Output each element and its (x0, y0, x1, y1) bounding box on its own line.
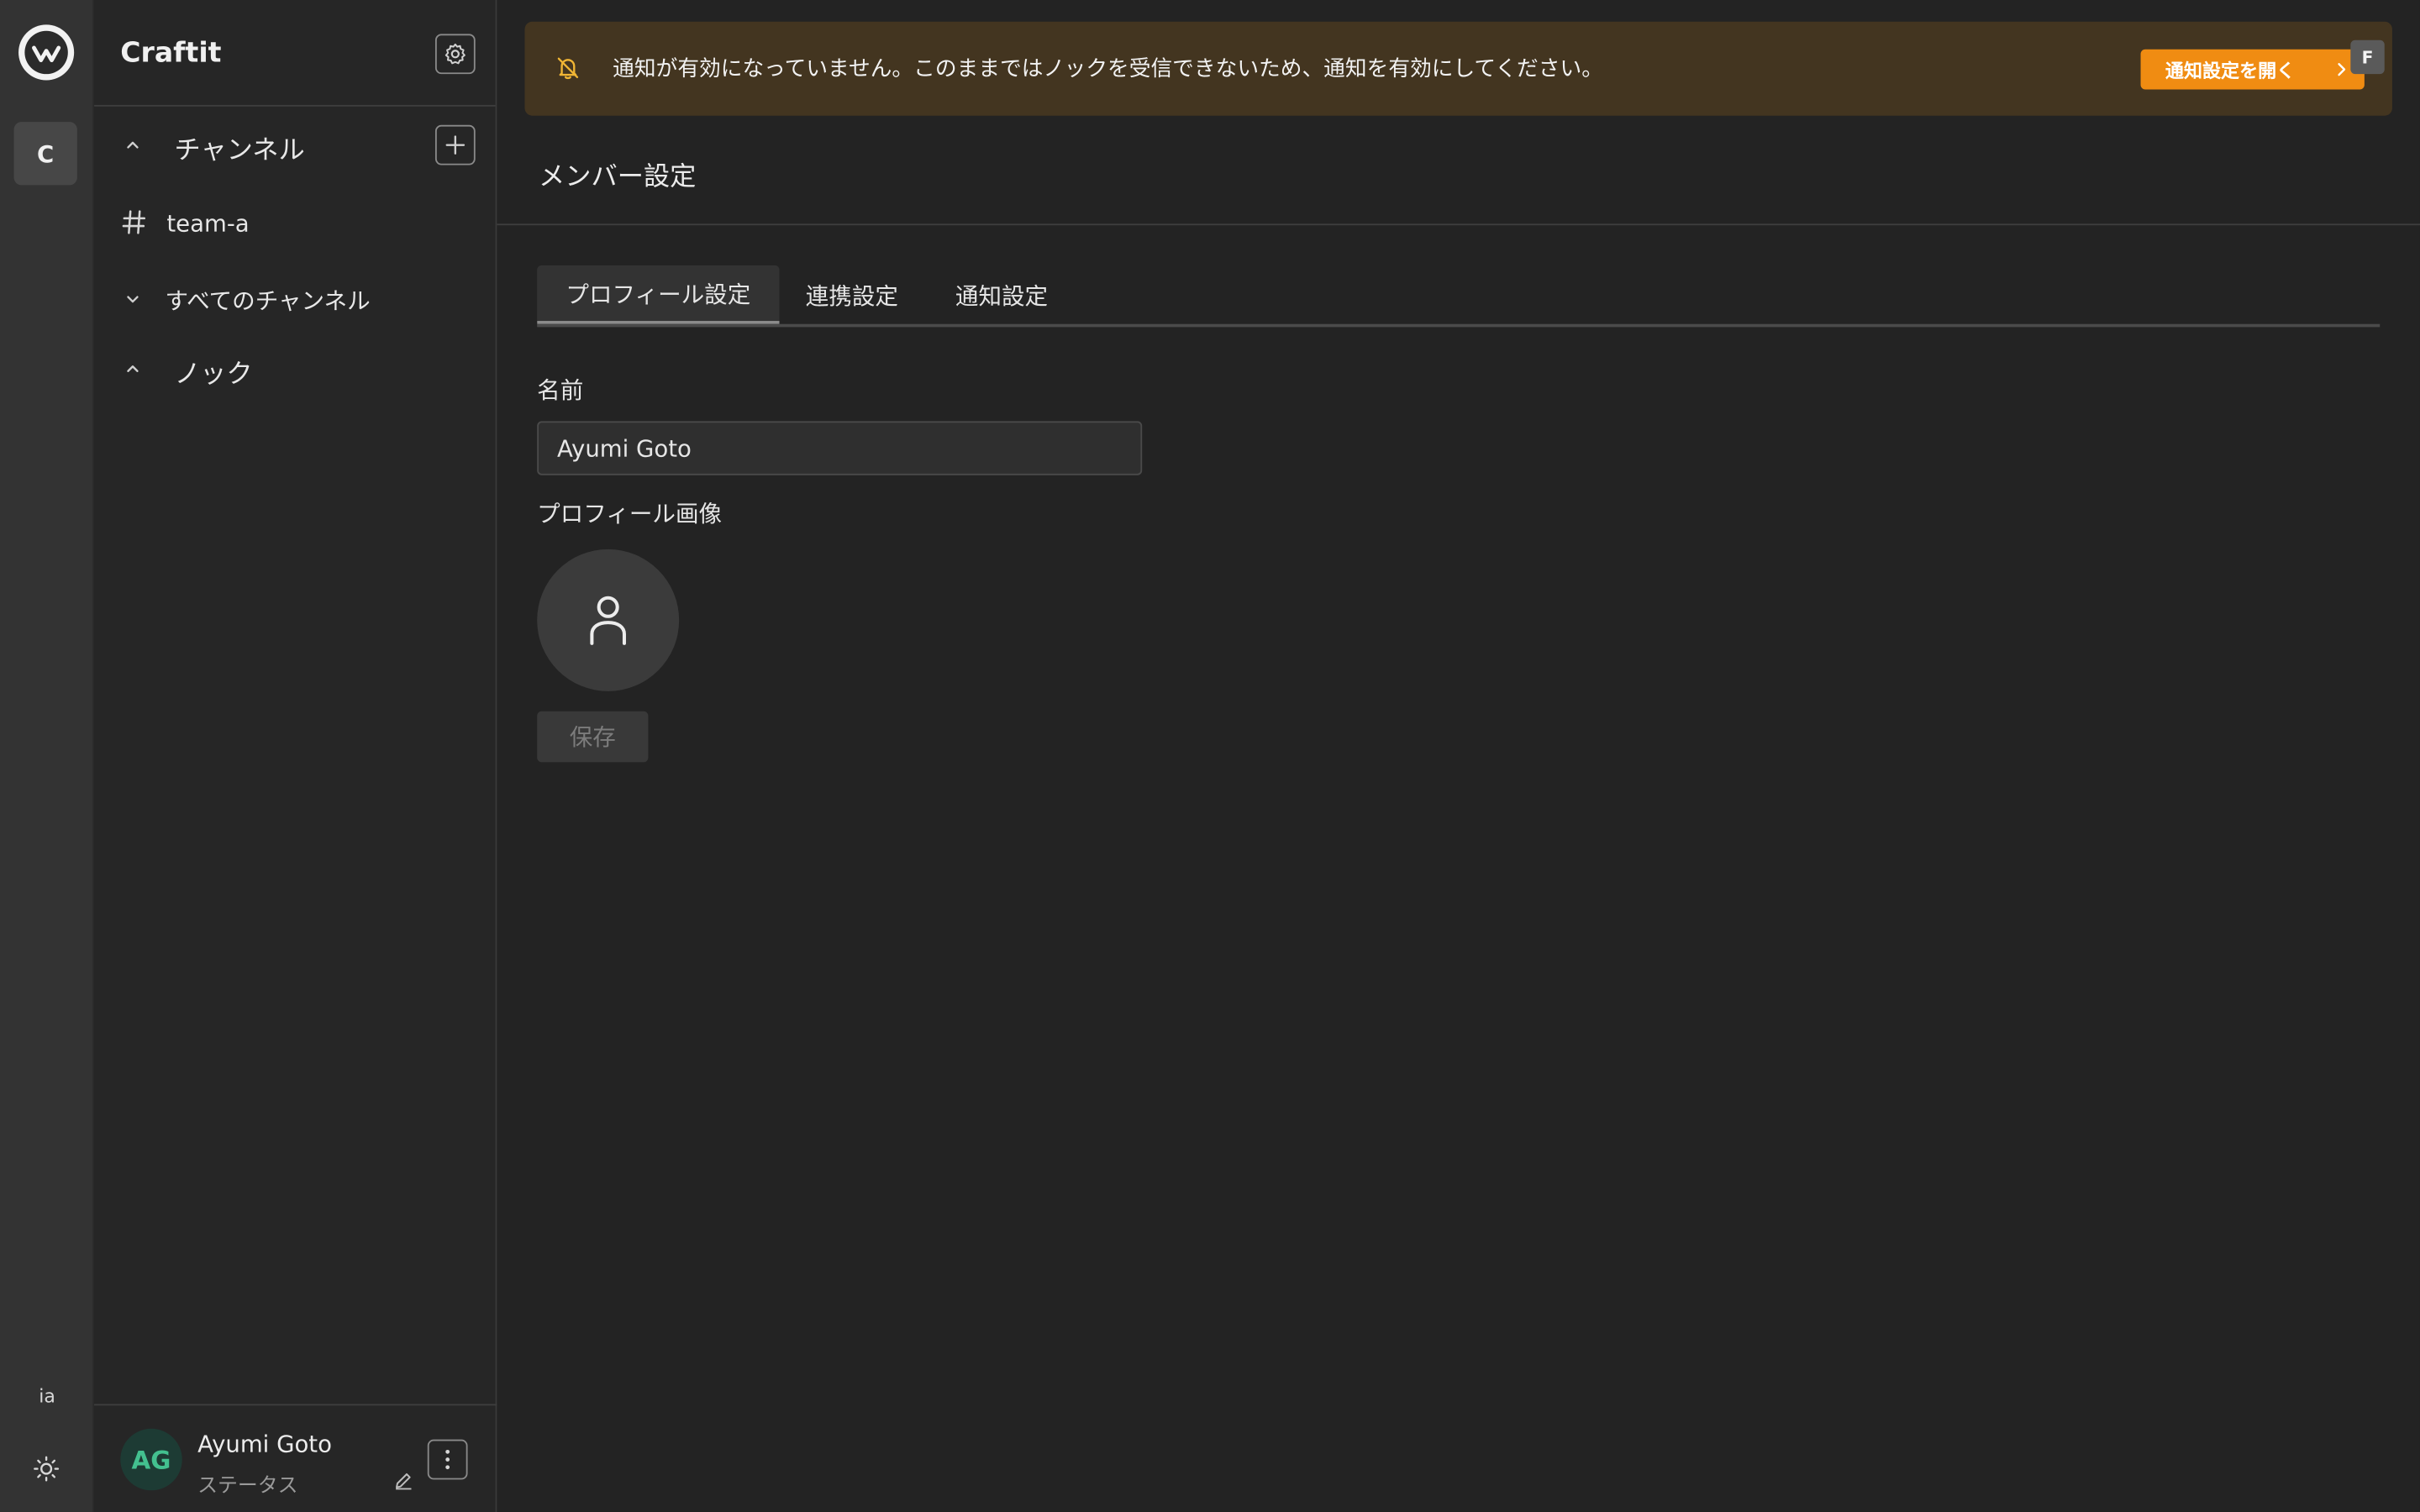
name-label: 名前 (537, 376, 584, 405)
user-menu-button[interactable] (427, 1439, 468, 1480)
open-notification-settings-button[interactable]: 通知設定を開く (2140, 49, 2365, 90)
all-channels-label: すべてのチャンネル (165, 286, 371, 315)
chevron-up-icon (127, 365, 139, 372)
channels-section-header[interactable]: チャンネル (94, 122, 497, 168)
main-content: 通知が有効になっていません。このままではノックを受信できないため、通知を有効にし… (497, 0, 2420, 1512)
workspace-title: Craftit (120, 37, 222, 70)
tab-profile-settings[interactable]: プロフィール設定 (537, 265, 780, 324)
workspace-rail: C ia (0, 0, 95, 1512)
user-panel: AG Ayumi Goto ステータス (94, 1404, 497, 1512)
add-channel-button[interactable] (434, 124, 476, 165)
avatar[interactable]: AG (120, 1428, 182, 1491)
more-vertical-icon (445, 1449, 450, 1470)
theme-toggle-icon[interactable] (33, 1455, 60, 1483)
channel-name: team-a (166, 209, 250, 238)
knock-section-header[interactable]: ノック (94, 345, 497, 391)
chevron-up-icon (127, 141, 139, 149)
user-name: Ayumi Goto (197, 1430, 332, 1458)
chevron-right-icon (2338, 63, 2346, 76)
save-button[interactable]: 保存 (537, 711, 649, 763)
edit-status-icon[interactable] (393, 1470, 413, 1490)
settings-tabs: プロフィール設定 連携設定 通知設定 (537, 265, 2381, 328)
hash-icon (122, 210, 146, 234)
plus-icon (445, 135, 466, 155)
gear-icon (445, 43, 466, 65)
tab-notification-settings[interactable]: 通知設定 (937, 265, 1066, 324)
user-icon (590, 596, 626, 645)
header-divider (497, 223, 2420, 226)
channels-section-label: チャンネル (174, 135, 305, 167)
all-channels-item[interactable]: すべてのチャンネル (94, 279, 497, 319)
sidebar: Craftit チャンネル team-a すべてのチャンネル ノック AG Ay… (94, 0, 497, 1512)
name-field[interactable] (537, 421, 1143, 475)
user-status[interactable]: ステータス (197, 1469, 297, 1499)
page-title: メンバー設定 (539, 161, 697, 193)
workspace-settings-button[interactable] (434, 34, 476, 75)
language-switch-button[interactable]: ia (0, 1385, 94, 1407)
logo-glyph (24, 30, 68, 75)
notification-warning-banner: 通知が有効になっていません。このままではノックを受信できないため、通知を有効にし… (524, 21, 2392, 116)
sidebar-header: Craftit (94, 0, 496, 107)
workspace-switch-button[interactable]: C (13, 122, 77, 186)
channel-item-team-a[interactable]: team-a (94, 205, 497, 245)
banner-message: 通知が有効になっていません。このままではノックを受信できないため、通知を有効にし… (613, 56, 1603, 82)
chevron-down-icon (127, 296, 139, 303)
knock-section-label: ノック (174, 359, 253, 391)
tab-integration-settings[interactable]: 連携設定 (787, 265, 917, 324)
profile-image-upload[interactable] (537, 549, 680, 691)
app-logo-icon[interactable] (18, 24, 75, 81)
profile-image-label: プロフィール画像 (537, 500, 723, 528)
bell-off-icon (557, 57, 579, 80)
shortcut-key-badge: F (2350, 39, 2385, 75)
open-notification-settings-label: 通知設定を開く (2165, 59, 2296, 81)
